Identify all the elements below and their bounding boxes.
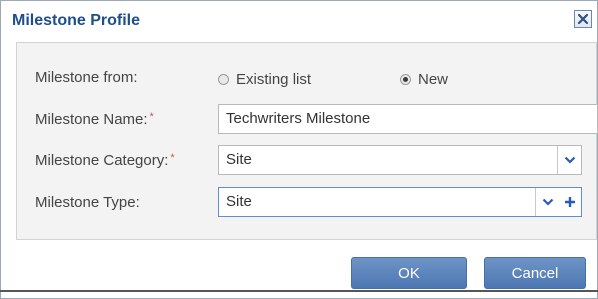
milestone-type-value: Site <box>226 193 252 210</box>
chevron-down-icon <box>564 156 575 164</box>
radio-existing-list-label: Existing list <box>236 71 312 88</box>
radio-new-label: New <box>418 71 449 88</box>
radio-existing-list-circle[interactable] <box>218 74 229 85</box>
required-marker: * <box>170 152 175 164</box>
required-marker: * <box>149 111 154 123</box>
close-button[interactable] <box>574 10 592 28</box>
add-milestone-type-button[interactable] <box>559 188 581 216</box>
milestone-type-label: Milestone Type: <box>35 194 140 211</box>
milestone-category-select[interactable]: Site <box>218 145 582 175</box>
milestone-name-value: Techwriters Milestone <box>226 110 371 127</box>
dialog-title: Milestone Profile <box>12 12 141 29</box>
milestone-name-label: Milestone Name: * <box>35 111 154 128</box>
form-panel: Milestone from: Existing list New Milest… <box>16 42 598 240</box>
milestone-name-label-text: Milestone Name: <box>35 111 148 128</box>
milestone-category-dropdown-button[interactable] <box>557 146 581 174</box>
dialog-titlebar: Milestone Profile <box>2 2 596 41</box>
chevron-down-icon <box>542 198 553 206</box>
close-icon <box>577 13 589 25</box>
cancel-button[interactable]: Cancel <box>484 257 586 289</box>
radio-new[interactable]: New <box>400 71 448 88</box>
radio-existing-list[interactable]: Existing list <box>218 71 311 88</box>
plus-icon <box>565 197 575 207</box>
milestone-name-input[interactable]: Techwriters Milestone <box>218 104 598 134</box>
milestone-category-value: Site <box>226 151 252 168</box>
milestone-type-dropdown-button[interactable] <box>535 188 559 216</box>
milestone-category-label: Milestone Category: * <box>35 152 175 169</box>
milestone-from-label: Milestone from: <box>35 69 138 86</box>
milestone-category-label-text: Milestone Category: <box>35 152 169 169</box>
dialog-bottom-border <box>0 290 598 292</box>
milestone-profile-dialog: Milestone Profile Milestone from: Existi… <box>0 0 598 299</box>
ok-button[interactable]: OK <box>351 257 467 289</box>
radio-new-circle[interactable] <box>400 74 411 85</box>
milestone-type-select[interactable]: Site <box>218 187 582 217</box>
